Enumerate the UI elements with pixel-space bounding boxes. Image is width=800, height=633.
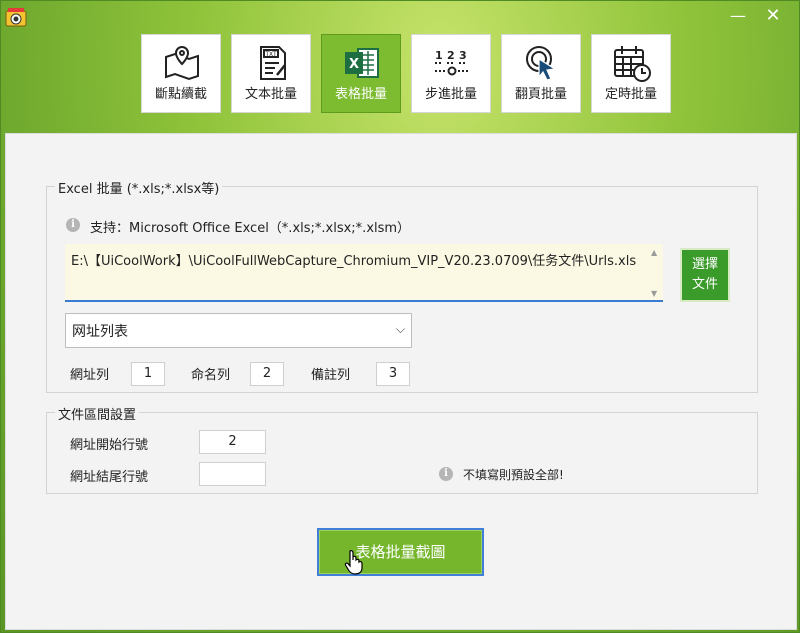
content-panel: Excel 批量 (*.xls;*.xlsx等) i 支持：Microsoft …: [5, 133, 797, 630]
click-cursor-icon: [526, 46, 557, 81]
excel-group-legend: Excel 批量 (*.xls;*.xlsx等): [55, 178, 223, 197]
support-text: 支持：Microsoft Office Excel（*.xls;*.xlsx;*…: [90, 221, 411, 236]
choose-file-button[interactable]: 選擇 文件: [680, 248, 730, 302]
txt-file-icon: TXT: [260, 46, 286, 80]
chevron-down-icon: ⌵: [395, 322, 405, 336]
tab-resume-capture[interactable]: 斷點續截: [141, 34, 221, 113]
svg-text:TXT: TXT: [264, 51, 277, 58]
tab-label: 翻頁批量: [514, 87, 567, 102]
svg-text:3: 3: [459, 49, 467, 62]
remark-column-input[interactable]: 3: [376, 362, 410, 386]
camera-app-icon: [5, 8, 27, 27]
tab-label: 斷點續截: [154, 87, 207, 102]
range-group: 文件區間設置: [46, 404, 758, 494]
calendar-clock-icon: [614, 46, 651, 82]
tab-scheduled-batch[interactable]: 定時批量: [591, 34, 671, 113]
url-column-input[interactable]: 1: [131, 362, 165, 386]
path-scrollbar[interactable]: ▲ ▼: [651, 248, 661, 298]
excel-path-input[interactable]: E:\【UiCoolWork】\UiCoolFullWebCapture_Chr…: [65, 244, 663, 302]
start-row-input[interactable]: 2: [199, 430, 266, 454]
choose-file-label-1: 選擇: [691, 257, 718, 272]
svg-text:2: 2: [447, 49, 455, 62]
close-button[interactable]: ✕: [758, 5, 788, 27]
info-icon: i: [66, 218, 80, 232]
tab-page-batch[interactable]: 翻頁批量: [501, 34, 581, 113]
excel-icon: X: [345, 48, 379, 78]
name-column-input[interactable]: 2: [250, 362, 284, 386]
remark-column-label: 備註列: [311, 368, 351, 383]
sheet-select-value: 网址列表: [72, 324, 128, 340]
sheet-select[interactable]: 网址列表 ⌵: [65, 313, 412, 348]
tab-label: 步進批量: [424, 87, 477, 102]
map-pin-icon: [165, 45, 199, 81]
tab-label: 定時批量: [604, 87, 657, 102]
svg-text:X: X: [349, 57, 359, 72]
name-column-label: 命名列: [191, 368, 231, 383]
range-hint: 不填寫則預設全部!: [463, 468, 564, 482]
tab-label: 文本批量: [244, 87, 297, 102]
step-numbers-icon: 1 2 3: [435, 49, 469, 76]
tab-excel-batch[interactable]: X 表格批量: [321, 34, 401, 113]
end-row-label: 網址結尾行號: [70, 470, 149, 485]
start-row-label: 網址開始行號: [70, 438, 149, 453]
end-row-input[interactable]: [199, 462, 266, 486]
choose-file-label-2: 文件: [691, 277, 718, 292]
tab-text-batch[interactable]: TXT 文本批量: [231, 34, 311, 113]
tab-step-batch[interactable]: 1 2 3 步進批量: [411, 34, 491, 113]
app-window: — ✕ 斷點續截 TXT 文本批量 X 表格批量 1 2 3 步進批量 翻頁批量…: [0, 0, 800, 633]
hand-cursor-icon: [344, 550, 363, 575]
hint-info-icon: i: [439, 467, 453, 481]
excel-path-value: E:\【UiCoolWork】\UiCoolFullWebCapture_Chr…: [71, 254, 637, 269]
range-group-legend: 文件區間設置: [55, 404, 140, 423]
svg-text:1: 1: [435, 49, 443, 62]
url-column-label: 網址列: [70, 368, 110, 383]
tab-label: 表格批量: [334, 87, 387, 102]
minimize-button[interactable]: —: [723, 5, 753, 27]
excel-batch-capture-button[interactable]: 表格批量截圖: [317, 528, 484, 576]
